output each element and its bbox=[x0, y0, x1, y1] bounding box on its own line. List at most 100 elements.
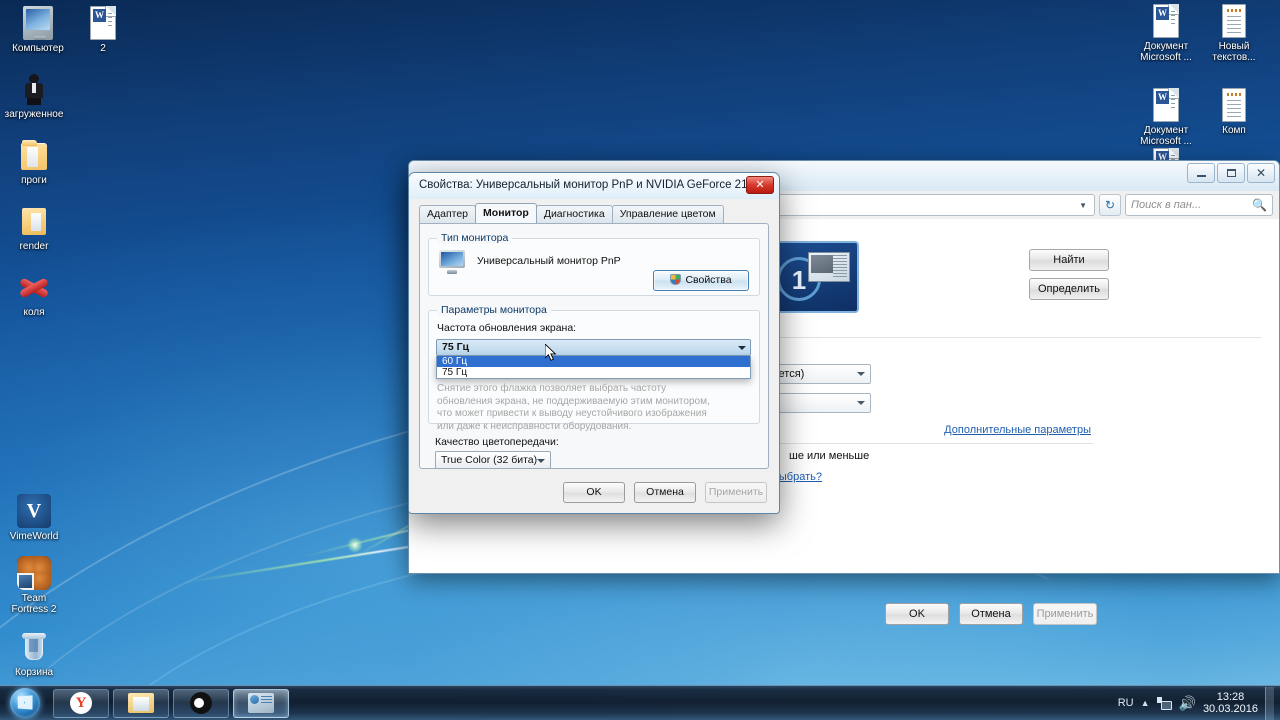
uac-shield-icon bbox=[670, 274, 682, 285]
search-icon: 🔍 bbox=[1252, 198, 1267, 212]
word-document-icon: W bbox=[1149, 88, 1183, 122]
dialog-titlebar[interactable]: Свойства: Универсальный монитор PnP и NV… bbox=[409, 173, 779, 199]
tab-monitor[interactable]: Монитор bbox=[475, 203, 537, 223]
ok-button[interactable]: OK bbox=[885, 603, 949, 625]
dialog-ok-button[interactable]: OK bbox=[563, 482, 625, 503]
text-document-icon bbox=[1217, 88, 1251, 122]
refresh-rate-help-text: Снятие этого флажка позволяет выбрать ча… bbox=[437, 383, 710, 432]
desktop-icon-downloaded[interactable]: загруженное bbox=[0, 72, 72, 120]
desktop-icon-kolya[interactable]: коля bbox=[0, 270, 72, 318]
desktop-icon-2[interactable]: W 2 bbox=[65, 6, 141, 54]
explorer-icon bbox=[128, 693, 154, 713]
chevron-up-icon[interactable]: ▲ bbox=[1141, 698, 1150, 708]
desktop[interactable]: Компьютер W 2 загруженное проги render к… bbox=[0, 0, 1280, 720]
dropdown-option-75hz[interactable]: 75 Гц bbox=[437, 367, 750, 378]
clock-time: 13:28 bbox=[1216, 691, 1245, 703]
desktop-icon-label: 2 bbox=[100, 43, 106, 54]
footer-buttons[interactable]: OK Отмена Применить bbox=[885, 603, 1097, 625]
desktop-icon-label: render bbox=[19, 241, 49, 252]
desktop-icon-label: Team Fortress 2 bbox=[11, 593, 57, 615]
vimeworld-icon: V bbox=[17, 494, 51, 528]
minimize-icon[interactable] bbox=[1187, 163, 1215, 183]
refresh-rate-select[interactable]: 75 Гц bbox=[436, 339, 751, 356]
taskbar-item-display-settings[interactable] bbox=[233, 688, 289, 718]
dialog-title: Свойства: Универсальный монитор PnP и NV… bbox=[419, 179, 754, 191]
close-icon[interactable]: ✕ bbox=[746, 176, 774, 194]
monitor-params-group: Параметры монитора Частота обновления эк… bbox=[428, 304, 760, 432]
search-placeholder: Поиск в пан... bbox=[1131, 199, 1202, 211]
detect-button[interactable]: Определить bbox=[1029, 278, 1109, 300]
folder-icon bbox=[17, 204, 51, 238]
refresh-rate-label: Частота обновления экрана: bbox=[437, 322, 577, 334]
desktop-icon-vimeworld[interactable]: V VimeWorld bbox=[0, 494, 72, 542]
apply-button: Применить bbox=[1033, 603, 1097, 625]
desktop-icon-recycle-bin[interactable]: Корзина bbox=[0, 630, 72, 678]
desktop-icon-komp[interactable]: Комп bbox=[1196, 88, 1272, 136]
tab-strip[interactable]: Адаптер Монитор Диагностика Управление ц… bbox=[419, 203, 769, 223]
refresh-rate-dropdown[interactable]: 60 Гц 75 Гц bbox=[436, 356, 751, 379]
start-button[interactable] bbox=[1, 687, 49, 720]
dialog-apply-button: Применить bbox=[705, 482, 767, 503]
color-quality-value: True Color (32 бита) bbox=[441, 454, 538, 466]
computer-icon bbox=[21, 6, 55, 40]
taskbar-item-explorer[interactable] bbox=[113, 688, 169, 718]
red-x-icon bbox=[17, 270, 51, 304]
chevron-down-icon bbox=[537, 459, 545, 463]
text-size-hint: ше или меньше bbox=[789, 450, 870, 462]
tab-page-monitor: Тип монитора Универсальный монитор PnP С… bbox=[419, 223, 769, 469]
refresh-icon[interactable]: ↻ bbox=[1099, 194, 1121, 216]
search-input[interactable]: Поиск в пан... 🔍 bbox=[1125, 194, 1273, 216]
clock[interactable]: 13:28 30.03.2016 bbox=[1203, 691, 1258, 715]
desktop-icon-label: Новый текстов... bbox=[1212, 41, 1256, 63]
wallpaper-sparkle bbox=[347, 537, 363, 553]
tab-adapter[interactable]: Адаптер bbox=[419, 205, 477, 223]
taskbar-item-obs[interactable] bbox=[173, 688, 229, 718]
dialog-buttons[interactable]: OK Отмена Применить bbox=[563, 482, 767, 503]
monitor-type-value: Универсальный монитор PnP bbox=[477, 255, 621, 267]
screen-thumb-icon bbox=[808, 252, 850, 282]
language-indicator[interactable]: RU bbox=[1118, 697, 1134, 709]
chevron-down-icon[interactable]: ▼ bbox=[1079, 201, 1090, 210]
advanced-settings-link[interactable]: Дополнительные параметры bbox=[944, 424, 1091, 436]
window-controls[interactable]: ✕ bbox=[1187, 163, 1275, 183]
system-tray[interactable]: RU ▲ 🔊 13:28 30.03.2016 bbox=[1118, 686, 1280, 720]
network-icon[interactable] bbox=[1156, 696, 1172, 710]
dialog-cancel-button[interactable]: Отмена bbox=[634, 482, 696, 503]
tab-diagnostics[interactable]: Диагностика bbox=[535, 205, 613, 223]
word-document-icon: W bbox=[86, 6, 120, 40]
person-image-icon bbox=[17, 72, 51, 106]
desktop-icon-render[interactable]: render bbox=[0, 204, 72, 252]
desktop-icon-label: коля bbox=[23, 307, 45, 318]
dropdown-option-60hz[interactable]: 60 Гц bbox=[437, 356, 750, 367]
maximize-icon[interactable] bbox=[1217, 163, 1245, 183]
monitor-type-caption: Тип монитора bbox=[437, 232, 513, 244]
color-quality-select[interactable]: True Color (32 бита) bbox=[435, 451, 551, 469]
desktop-icon-word-doc-1[interactable]: W Документ Microsoft ... bbox=[1128, 4, 1204, 63]
word-document-icon: W bbox=[1149, 4, 1183, 38]
find-button[interactable]: Найти bbox=[1029, 249, 1109, 271]
desktop-icon-progi[interactable]: проги bbox=[0, 138, 72, 186]
cancel-button[interactable]: Отмена bbox=[959, 603, 1023, 625]
display-preview[interactable]: 1 bbox=[769, 241, 859, 313]
desktop-icon-team-fortress-2[interactable]: Team Fortress 2 bbox=[0, 556, 72, 615]
tab-color-management[interactable]: Управление цветом bbox=[611, 205, 724, 223]
text-document-icon bbox=[1217, 4, 1251, 38]
taskbar[interactable]: Y RU ▲ 🔊 13:28 30.03.2016 bbox=[0, 685, 1280, 720]
desktop-icon-label: Документ Microsoft ... bbox=[1140, 41, 1192, 63]
team-fortress-icon bbox=[17, 556, 51, 590]
taskbar-item-yandex[interactable]: Y bbox=[53, 688, 109, 718]
monitor-properties-button[interactable]: Свойства bbox=[653, 270, 749, 291]
monitor-properties-dialog[interactable]: Свойства: Универсальный монитор PnP и NV… bbox=[408, 172, 780, 514]
desktop-icon-new-text-1[interactable]: Новый текстов... bbox=[1196, 4, 1272, 63]
desktop-icon-word-doc-2[interactable]: W Документ Microsoft ... bbox=[1128, 88, 1204, 147]
display-settings-icon bbox=[248, 693, 274, 713]
obs-icon bbox=[190, 692, 212, 714]
windows-orb-icon bbox=[10, 688, 40, 718]
desktop-icon-label: загруженное bbox=[4, 109, 64, 120]
chevron-down-icon bbox=[857, 401, 865, 405]
show-desktop-button[interactable] bbox=[1265, 686, 1274, 720]
refresh-rate-value: 75 Гц bbox=[442, 341, 470, 353]
volume-icon[interactable]: 🔊 bbox=[1179, 696, 1196, 710]
divider bbox=[739, 443, 1093, 444]
close-icon[interactable]: ✕ bbox=[1247, 163, 1275, 183]
